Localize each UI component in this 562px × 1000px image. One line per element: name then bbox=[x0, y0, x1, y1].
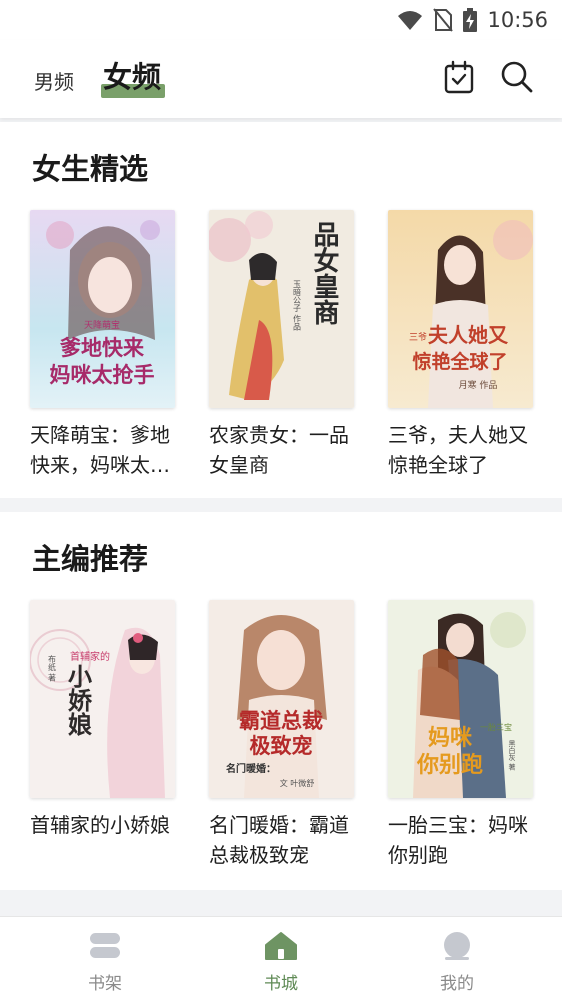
search-icon[interactable] bbox=[500, 60, 534, 94]
checkin-calendar-icon[interactable] bbox=[442, 60, 476, 94]
nav-label: 书架 bbox=[88, 974, 122, 994]
nav-label: 书城 bbox=[264, 974, 298, 994]
book-card[interactable]: 天降萌宝 爹地快来 妈咪太抢手 天降萌宝：爹地快来，妈咪太抢手 bbox=[30, 210, 176, 480]
no-sim-icon bbox=[433, 8, 454, 32]
book-title[interactable]: 名门暖婚：霸道总裁极致宠 bbox=[209, 810, 355, 870]
book-card[interactable]: 三爷 夫人她又 惊艳全球了 月寒 作品 三爷，夫人她又惊艳全球了 bbox=[388, 210, 534, 480]
status-time: 10:56 bbox=[487, 8, 548, 32]
tab-female-channel[interactable]: 女频 bbox=[101, 54, 165, 102]
wifi-icon bbox=[398, 11, 423, 30]
bookshelf-icon bbox=[90, 933, 120, 958]
book-cover[interactable]: 妈咪 你别跑 一胎三宝 黑白灰 著 bbox=[388, 600, 533, 798]
cover-text: 霸道总裁 bbox=[239, 708, 323, 733]
book-cover[interactable]: 三爷 夫人她又 惊艳全球了 月寒 作品 bbox=[388, 210, 533, 408]
book-cover[interactable]: 天降萌宝 爹地快来 妈咪太抢手 bbox=[30, 210, 175, 408]
book-card[interactable]: 霸道总裁 极致宠 名门暖婚： 文 叶微舒 名门暖婚：霸道总裁极致宠 bbox=[209, 600, 355, 870]
top-header: 男频 女频 bbox=[0, 40, 562, 118]
cover-text: 你别跑 bbox=[416, 752, 483, 778]
cover-text: 爹地快来 bbox=[59, 335, 145, 360]
cover-text: 首辅家的 bbox=[70, 650, 110, 663]
status-bar: 10:56 bbox=[0, 0, 562, 40]
book-card[interactable]: 一品女皇商 玉暗公子 作品 农家贵女：一品女皇商 bbox=[209, 210, 355, 480]
book-title[interactable]: 首辅家的小娇娘 bbox=[30, 810, 176, 870]
cover-text: 天降萌宝 bbox=[84, 319, 120, 331]
cover-text: 玉暗公子 作品 bbox=[293, 280, 302, 332]
book-title[interactable]: 天降萌宝：爹地快来，妈咪太抢手 bbox=[30, 420, 176, 480]
cover-text: 惊艳全球了 bbox=[412, 350, 507, 373]
tab-male-channel[interactable]: 男频 bbox=[34, 66, 74, 95]
nav-item-profile[interactable]: 我的 bbox=[407, 931, 507, 994]
book-cover[interactable]: 首辅家的 小娇娘 布纸 著 bbox=[30, 600, 175, 798]
book-title[interactable]: 一胎三宝：妈咪你别跑 bbox=[388, 810, 534, 870]
cover-text: 一胎三宝 bbox=[480, 722, 512, 732]
book-cover[interactable]: 霸道总裁 极致宠 名门暖婚： 文 叶微舒 bbox=[209, 600, 354, 798]
cover-text: 一品女皇商 bbox=[309, 210, 339, 325]
home-icon bbox=[265, 932, 297, 960]
book-card[interactable]: 妈咪 你别跑 一胎三宝 黑白灰 著 一胎三宝：妈咪你别跑 bbox=[388, 600, 534, 870]
battery-charging-icon bbox=[463, 8, 478, 32]
cover-text: 名门暖婚： bbox=[226, 762, 276, 775]
section-female-picks: 女生精选 天降萌宝 爹地快来 妈咪太抢手 天降萌宝：爹地快来，妈咪太抢手 bbox=[0, 122, 562, 498]
section-editor-picks: 主编推荐 首辅家的 小娇娘 布纸 著 首辅家的小娇娘 霸道总裁 极致宠 名门暖婚… bbox=[0, 512, 562, 890]
section-title: 主编推荐 bbox=[32, 542, 149, 576]
nav-item-bookshelf[interactable]: 书架 bbox=[55, 931, 155, 994]
cover-text: 黑白灰 著 bbox=[508, 740, 516, 771]
cover-text: 文 叶微舒 bbox=[280, 778, 315, 788]
section-title: 女生精选 bbox=[32, 152, 149, 186]
nav-label: 我的 bbox=[440, 974, 474, 994]
nav-item-bookstore[interactable]: 书城 bbox=[231, 931, 331, 994]
cover-text: 三爷 bbox=[409, 331, 427, 343]
book-card[interactable]: 首辅家的 小娇娘 布纸 著 首辅家的小娇娘 bbox=[30, 600, 176, 870]
cover-text: 布纸 著 bbox=[48, 654, 57, 683]
cover-text: 极致宠 bbox=[250, 733, 313, 758]
book-title[interactable]: 农家贵女：一品女皇商 bbox=[209, 420, 355, 480]
cover-text: 月寒 作品 bbox=[459, 379, 498, 391]
book-cover[interactable]: 一品女皇商 玉暗公子 作品 bbox=[209, 210, 354, 408]
tab-female-label: 女频 bbox=[103, 60, 162, 94]
cover-text: 妈咪太抢手 bbox=[50, 362, 155, 387]
cover-text: 妈咪 bbox=[428, 725, 473, 751]
cover-text: 夫人她又 bbox=[428, 323, 509, 347]
profile-icon bbox=[444, 932, 470, 960]
cover-text: 小娇娘 bbox=[64, 664, 93, 737]
book-title[interactable]: 三爷，夫人她又惊艳全球了 bbox=[388, 420, 534, 480]
bottom-navigation: 书架 书城 我的 bbox=[0, 916, 562, 1000]
